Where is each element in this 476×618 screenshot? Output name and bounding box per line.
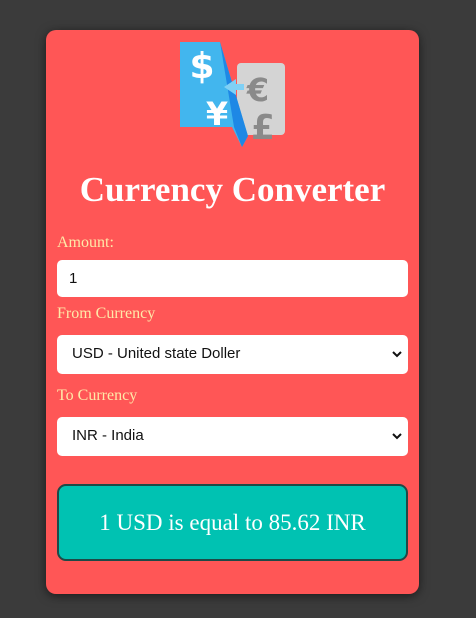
page-title: Currency Converter — [79, 170, 386, 209]
amount-input[interactable] — [57, 260, 408, 297]
converter-card: $ ¥ € £ Currency Converter Amount: From … — [46, 30, 419, 594]
svg-text:€: € — [246, 71, 269, 109]
to-currency-value: INR - India — [72, 427, 144, 444]
conversion-result-button[interactable]: 1 USD is equal to 85.62 INR — [57, 484, 408, 561]
chevron-down-icon — [392, 351, 402, 358]
svg-text:£: £ — [251, 108, 275, 147]
from-currency-label: From Currency — [57, 305, 156, 322]
svg-text:$: $ — [189, 46, 214, 87]
svg-text:¥: ¥ — [206, 95, 228, 133]
from-currency-select[interactable]: USD - United state Doller — [57, 335, 408, 374]
currency-exchange-icon: $ ¥ € £ — [180, 42, 285, 147]
chevron-down-icon — [392, 433, 402, 440]
to-currency-label: To Currency — [57, 387, 138, 404]
to-currency-select[interactable]: INR - India — [57, 417, 408, 456]
from-currency-value: USD - United state Doller — [72, 345, 241, 362]
amount-label: Amount: — [57, 234, 114, 251]
